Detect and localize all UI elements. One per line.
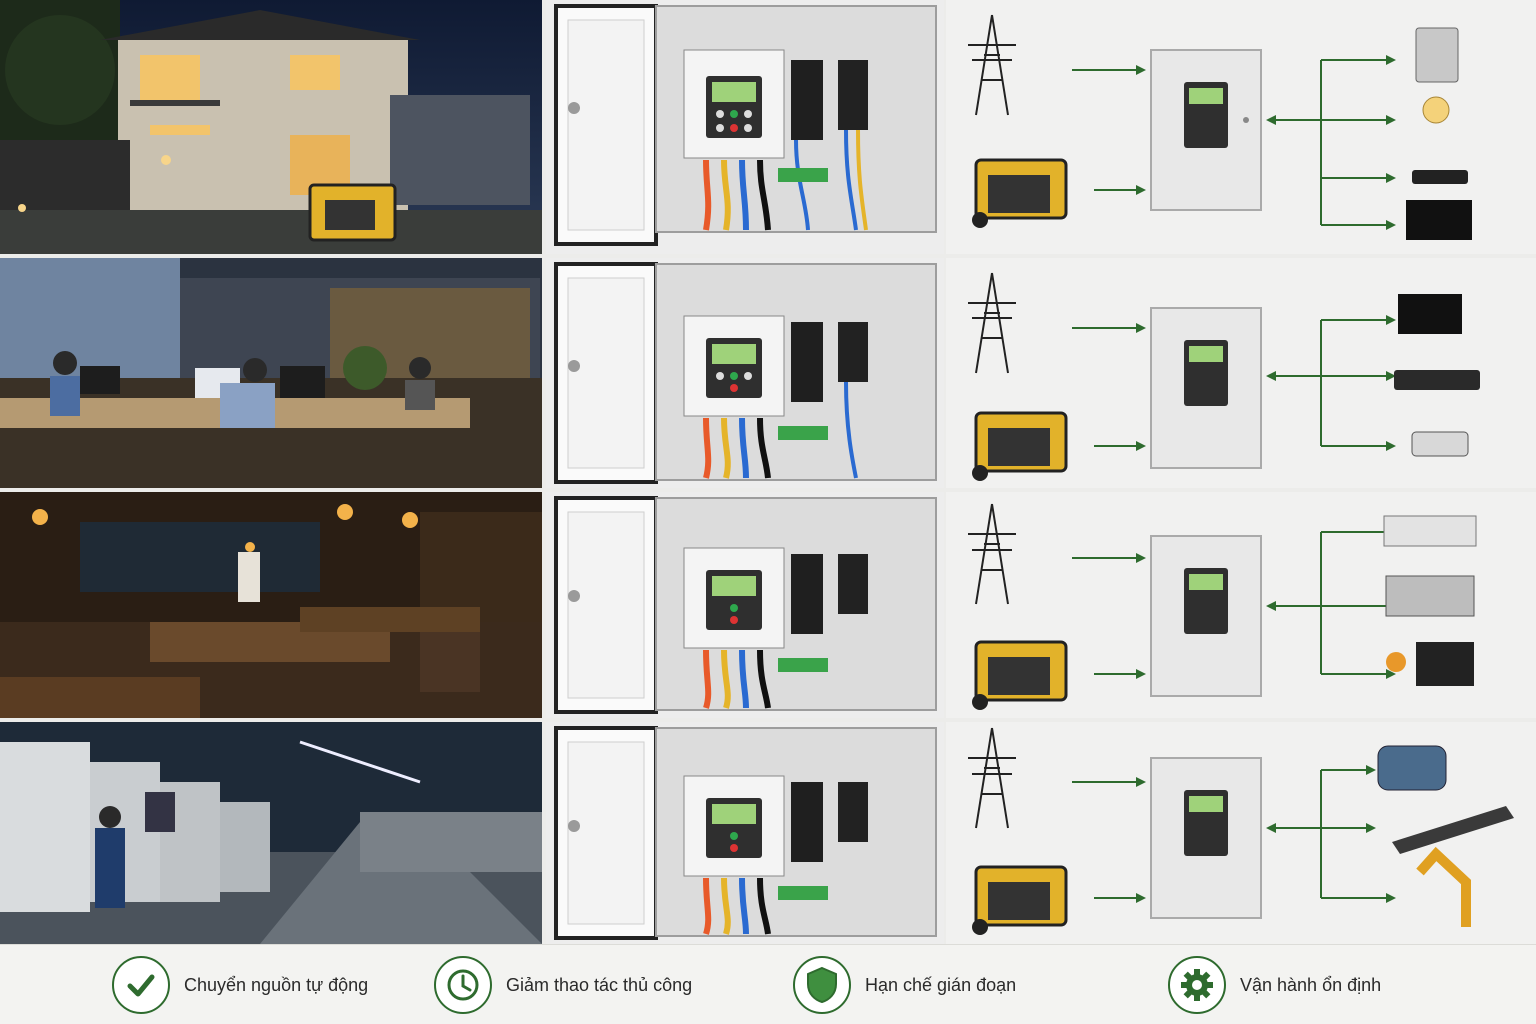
ats-cabinet-panel: [546, 722, 944, 944]
ats-cabinet-panel: [546, 492, 944, 718]
refrigerator-icon: [1415, 27, 1459, 83]
application-grid: [0, 0, 1536, 944]
robot-arm-icon: [1416, 846, 1471, 927]
pendant-lamps-pos-icon: [1416, 642, 1474, 686]
ceiling-ac-icon: [1383, 515, 1477, 547]
feature-label: Giảm thao tác thủ công: [506, 974, 693, 995]
feature-label: Vận hành ổn định: [1240, 974, 1382, 995]
office-photo: [0, 258, 542, 488]
transmission-tower-icon: [968, 272, 1016, 374]
check-icon: [112, 956, 170, 1014]
light-bulb-icon: [1422, 96, 1450, 124]
clock-icon: [434, 956, 492, 1014]
power-flow-diagram: [946, 258, 1536, 488]
row-factory: [0, 722, 1536, 944]
transmission-tower-icon: [968, 14, 1016, 116]
row-office: [0, 258, 1536, 488]
network-switch-icon: [1394, 370, 1480, 390]
generator-icon: [972, 411, 1068, 481]
power-flow-diagram: [946, 0, 1536, 254]
power-flow-diagram: [946, 492, 1536, 718]
residential-photo: [0, 0, 542, 254]
router-icon: [1412, 170, 1468, 184]
electric-motor-icon: [1377, 745, 1447, 791]
feature-auto-transfer: Chuyển nguồn tự động: [112, 945, 368, 1024]
transmission-tower-icon: [968, 503, 1016, 605]
transmission-tower-icon: [968, 727, 1016, 829]
generator-icon: [972, 640, 1068, 710]
feature-label: Hạn chế gián đoạn: [865, 974, 1017, 995]
feature-reduce-manual: Giảm thao tác thủ công: [434, 945, 692, 1024]
feature-label: Chuyển nguồn tự động: [184, 974, 369, 995]
feature-bar: Chuyển nguồn tự động Giảm thao tác thủ c…: [0, 944, 1536, 1024]
ats-cabinet-panel: [546, 0, 944, 254]
feature-stable-operation: Vận hành ổn định: [1168, 945, 1381, 1024]
row-restaurant: [0, 492, 1536, 718]
desktop-computer-icon: [1398, 294, 1462, 334]
conveyor-icon: [1392, 806, 1514, 854]
gear-icon: [1168, 956, 1226, 1014]
generator-icon: [972, 158, 1068, 228]
row-residential: [0, 0, 1536, 254]
generator-icon: [972, 865, 1068, 935]
ats-cabinet-panel: [546, 258, 944, 488]
restaurant-photo: [0, 492, 542, 718]
feature-limit-interruption: Hạn chế gián đoạn: [793, 945, 1016, 1024]
kitchen-stove-icon: [1385, 575, 1475, 617]
power-flow-diagram: [946, 722, 1536, 944]
shield-icon: [793, 956, 851, 1014]
tv-icon: [1406, 200, 1472, 240]
security-camera-icon: [1411, 431, 1469, 457]
factory-photo: [0, 722, 542, 944]
